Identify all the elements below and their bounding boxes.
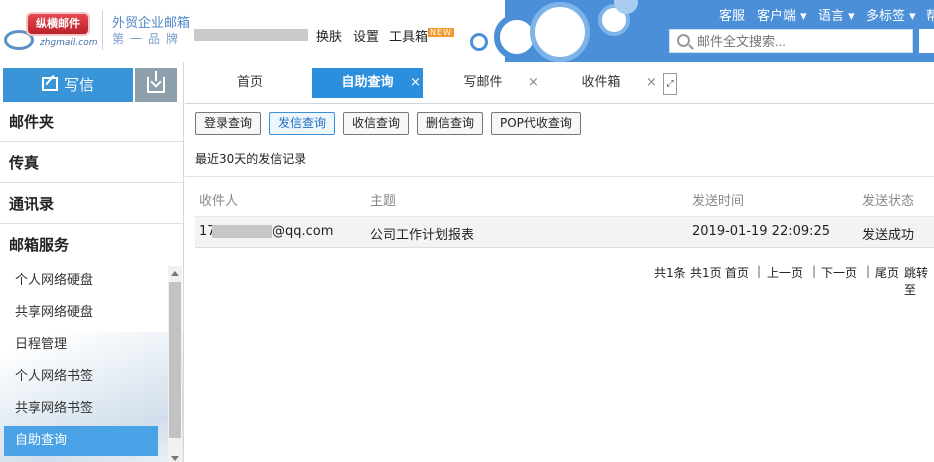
language-menu[interactable]: 语言 ▾ — [818, 5, 855, 24]
column-header-recipient: 收件人 — [199, 194, 239, 209]
divider — [185, 176, 934, 177]
pager-separator: | — [757, 264, 762, 278]
delete-query-button[interactable]: 删信查询 — [417, 112, 484, 135]
scroll-down-arrow-icon[interactable] — [171, 456, 179, 461]
logo-divider — [102, 10, 103, 50]
sidebar-item-shared-disk[interactable]: 共享网络硬盘 — [4, 298, 158, 328]
sidebar-item-self-service-query[interactable]: 自助查询 — [4, 426, 158, 456]
pager-separator: | — [866, 264, 871, 278]
toolbox-link[interactable]: 工具箱 — [389, 26, 428, 45]
logo-badge: 纵横邮件 — [26, 12, 90, 36]
compose-button[interactable]: 写信 — [3, 68, 133, 102]
help-link[interactable]: 帮 — [926, 5, 934, 24]
subject-cell[interactable]: 公司工作计划报表 — [370, 224, 474, 243]
pager-jump[interactable]: 跳转至 — [904, 264, 934, 298]
skin-link[interactable]: 换肤 — [316, 26, 342, 45]
send-time-cell: 2019-01-19 22:09:25 — [692, 224, 831, 239]
slogan-line-1: 外贸企业邮箱 — [112, 16, 191, 31]
tab-close-icon[interactable]: × — [528, 68, 539, 98]
sidebar-item-calendar[interactable]: 日程管理 — [4, 330, 158, 360]
redacted-account-name — [194, 29, 308, 41]
pager-total: 共1条 — [654, 266, 686, 280]
sidebar: 写信 邮件夹 传真 通讯录 邮箱服务 个人网络硬盘 共享网络硬盘 日程管理 个人… — [0, 62, 184, 462]
tab-home[interactable]: 首页 — [190, 68, 310, 98]
pager-separator: | — [812, 264, 817, 278]
section-mail-folders[interactable]: 邮件夹 — [0, 102, 183, 142]
search-icon[interactable] — [677, 34, 690, 47]
pager-last[interactable]: 尾页 — [875, 264, 899, 281]
pager-first[interactable]: 首页 — [725, 264, 749, 281]
multitab-menu[interactable]: 多标签 ▾ — [866, 5, 916, 24]
section-mail-services[interactable]: 邮箱服务 — [0, 225, 183, 265]
receive-mail-button[interactable] — [135, 68, 177, 102]
pager-next[interactable]: 下一页 — [821, 264, 857, 281]
send-query-button[interactable]: 发信查询 — [269, 112, 336, 135]
sidebar-item-personal-bookmarks[interactable]: 个人网络书签 — [4, 362, 158, 392]
recipient-suffix: @qq.com — [272, 224, 334, 239]
compose-label: 写信 — [63, 76, 94, 94]
tab-close-icon[interactable]: × — [646, 68, 657, 98]
redacted-recipient — [212, 225, 272, 238]
column-header-subject: 主题 — [370, 194, 397, 209]
login-query-button[interactable]: 登录查询 — [195, 112, 262, 135]
slogan-line-2: 第一品牌 — [112, 32, 185, 46]
app-header: 纵横邮件 zhgmail.com 外贸企业邮箱 第一品牌 换肤 设置 工具箱 N… — [0, 0, 934, 62]
settings-link[interactable]: 设置 — [353, 26, 379, 45]
sidebar-item-personal-disk[interactable]: 个人网络硬盘 — [4, 266, 158, 296]
search-button[interactable] — [919, 29, 934, 53]
column-header-status: 发送状态 — [862, 194, 915, 209]
search-input[interactable] — [697, 30, 907, 52]
status-cell: 发送成功 — [862, 228, 915, 243]
column-header-send-time: 发送时间 — [692, 194, 745, 209]
deco-circle-icon — [530, 2, 590, 62]
pop-query-button[interactable]: POP代收查询 — [491, 112, 581, 135]
download-icon — [147, 71, 165, 93]
records-subtitle: 最近30天的发信记录 — [195, 152, 307, 166]
pager-pages: 共1页 — [690, 266, 722, 280]
tab-expand-icon[interactable]: ⤢ — [663, 73, 677, 95]
logo[interactable]: 纵横邮件 zhgmail.com — [4, 8, 98, 52]
main-content: 登录查询 发信查询 收信查询 删信查询 POP代收查询 最近30天的发信记录 收… — [185, 104, 934, 462]
tab-close-icon[interactable]: × — [410, 68, 421, 98]
search-box — [669, 29, 913, 53]
section-fax[interactable]: 传真 — [0, 143, 183, 183]
client-menu[interactable]: 客户端 ▾ — [757, 5, 807, 24]
tab-compose[interactable]: 写邮件 — [425, 68, 541, 98]
scroll-up-arrow-icon[interactable] — [171, 271, 179, 276]
sidebar-item-shared-bookmarks[interactable]: 共享网络书签 — [4, 394, 158, 424]
deco-circle-icon — [470, 33, 488, 51]
tab-inbox[interactable]: 收件箱 — [543, 68, 659, 98]
logo-domain: zhgmail.com — [40, 38, 98, 48]
pager-prev[interactable]: 上一页 — [767, 264, 803, 281]
section-contacts[interactable]: 通讯录 — [0, 184, 183, 224]
receive-query-button[interactable]: 收信查询 — [343, 112, 410, 135]
service-link[interactable]: 客服 — [719, 5, 745, 24]
tab-self-service-query[interactable]: 自助查询 — [312, 68, 423, 98]
sidebar-scroll-thumb[interactable] — [169, 282, 181, 438]
compose-icon — [41, 77, 58, 91]
tab-bar: 首页 自助查询 × 写邮件 × 收件箱 × — [185, 62, 934, 104]
new-badge: NEW — [428, 28, 454, 37]
